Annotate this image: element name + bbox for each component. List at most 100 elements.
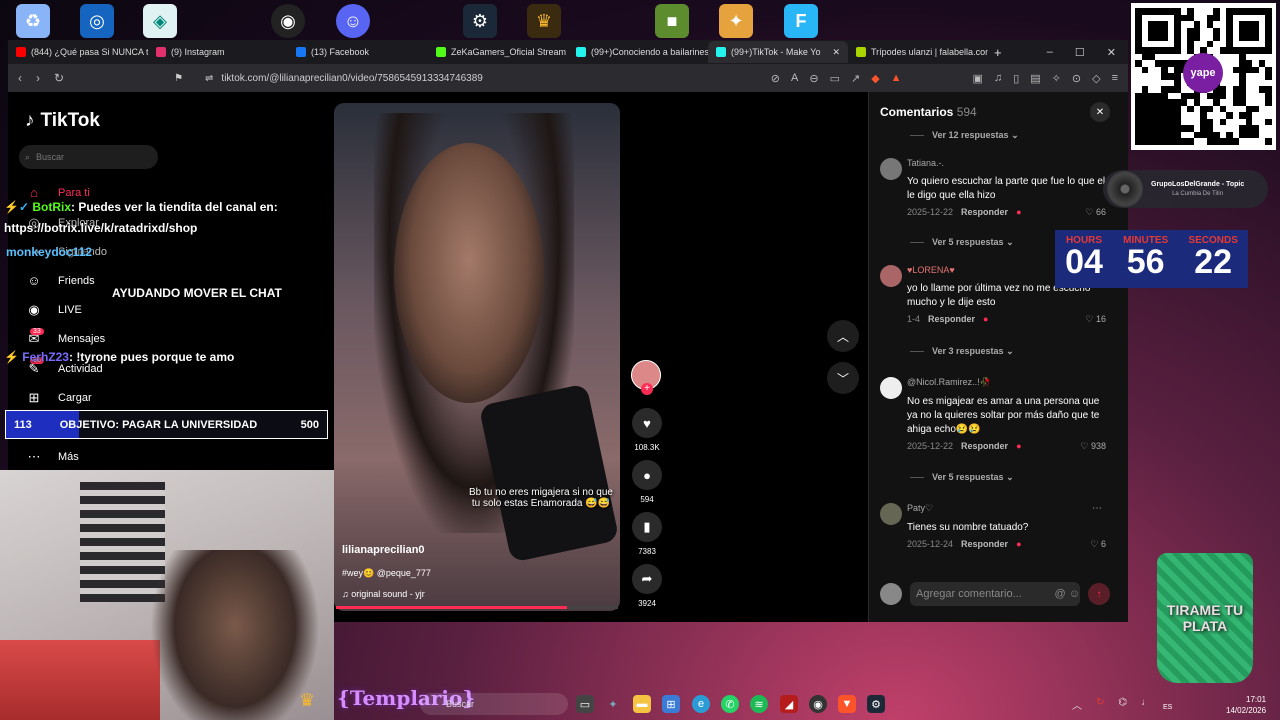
steam-taskbar-icon[interactable]: ⚙ (867, 695, 885, 713)
mention-icon[interactable]: @ (1055, 588, 1066, 600)
file-explorer-icon[interactable]: ▬ (633, 695, 651, 713)
copilot-icon[interactable]: ✦ (604, 695, 622, 713)
view-replies-button[interactable]: Ver 3 respuestas ⌄ (910, 346, 1014, 357)
close-window-icon[interactable]: ✕ (1107, 46, 1116, 59)
comment-more-icon[interactable]: ⋯ (1092, 503, 1102, 514)
music-icon[interactable]: ♫ (994, 72, 1002, 85)
video-player[interactable]: Bb tu no eres migajera si no que tu solo… (334, 103, 620, 611)
avatar[interactable] (880, 377, 902, 399)
task-view-icon[interactable]: ▭ (576, 695, 594, 713)
screenshot-icon[interactable]: ▣ (973, 72, 983, 85)
spotify-icon[interactable]: ≋ (750, 695, 768, 713)
cast-icon[interactable]: ▭ (830, 72, 840, 85)
view-replies-button[interactable]: Ver 12 respuestas ⌄ (910, 130, 1019, 141)
tab-facebook[interactable]: (13) Facebook (288, 41, 428, 63)
comment-like[interactable]: ♡ 16 (1085, 314, 1106, 325)
maximize-icon[interactable]: ☐ (1075, 46, 1085, 59)
tiktok-logo[interactable]: ♪ TikTok (25, 110, 100, 132)
app-f-icon[interactable]: F (784, 4, 818, 38)
comment-input[interactable]: Agregar comentario... @ ☺ (910, 582, 1080, 606)
reply-button[interactable]: Responder (961, 539, 1008, 549)
follow-plus-icon[interactable]: + (641, 383, 653, 395)
avatar[interactable] (880, 265, 902, 287)
taskbar-search[interactable]: Buscar (420, 693, 568, 715)
tab-instagram[interactable]: (9) Instagram (148, 41, 288, 63)
wallet-icon[interactable]: ◇ (1092, 72, 1100, 85)
counter-strike-icon[interactable]: ✦ (719, 4, 753, 38)
app-icon-2[interactable]: ◈ (143, 4, 177, 38)
view-replies-button[interactable]: Ver 5 respuestas ⌄ (910, 472, 1014, 483)
previous-video-button[interactable]: ︿ (827, 320, 859, 352)
back-icon[interactable]: ‹ (18, 71, 22, 85)
discord-icon[interactable]: ☺ (336, 4, 370, 38)
tab-kick[interactable]: ZeKaGamers_Oficial Stream - (428, 41, 568, 63)
url-field[interactable]: tiktok.com/@lilianaprecilian0/video/7586… (221, 73, 482, 84)
site-info-icon[interactable]: ⇌ (205, 73, 213, 84)
tab-tiktok-1[interactable]: (99+)Conociendo a bailarines (568, 41, 708, 63)
clock[interactable]: 17:01 14/02/2026 (1226, 694, 1266, 716)
game-icon[interactable]: ♛ (527, 4, 561, 38)
app-red-icon[interactable]: ◢ (780, 695, 798, 713)
no-camera-icon[interactable]: ⊘ (771, 72, 780, 85)
video-username[interactable]: lilianaprecilian0 (342, 544, 425, 556)
store-icon[interactable]: ⊞ (662, 695, 680, 713)
wifi-off-icon[interactable]: ⌬ (1118, 697, 1127, 712)
avatar[interactable] (880, 158, 902, 180)
post-comment-button[interactable]: ↑ (1088, 583, 1110, 605)
forward-icon[interactable]: › (36, 71, 40, 85)
nav-cargar[interactable]: ⊞ Cargar (26, 390, 92, 406)
obs-taskbar-icon[interactable]: ◉ (809, 695, 827, 713)
comment-like[interactable]: ♡ 938 (1080, 441, 1106, 452)
share-icon[interactable]: ↗ (851, 72, 860, 85)
minimize-icon[interactable]: – (1047, 46, 1053, 59)
like-action[interactable]: ♥ 108.3K (630, 408, 664, 452)
close-tab-icon[interactable]: ✕ (832, 47, 840, 58)
view-replies-button[interactable]: Ver 5 respuestas ⌄ (910, 237, 1014, 248)
tab-falabella[interactable]: Trípodes ulanzi | falabella.com (848, 41, 988, 63)
video-sound[interactable]: ♫ original sound - yjr (342, 589, 425, 599)
reply-button[interactable]: Responder (961, 207, 1008, 217)
comment-like[interactable]: ♡ 66 (1085, 207, 1106, 218)
close-comments-button[interactable]: ✕ (1090, 102, 1110, 122)
bookmark-icon[interactable]: ⚑ (174, 73, 183, 84)
save-action[interactable]: ▮ 7383 (630, 512, 664, 556)
emoji-icon[interactable]: ☺ (1069, 588, 1080, 600)
avatar[interactable] (880, 503, 902, 525)
search-input[interactable]: ⌕ Buscar (19, 145, 158, 169)
nav-mas[interactable]: ⋯ Más (26, 449, 79, 465)
comment-like[interactable]: ♡ 6 (1090, 539, 1106, 550)
nav-live[interactable]: ◉ LIVE (26, 302, 82, 318)
share-action[interactable]: ➦ 3924 (630, 564, 664, 608)
tab-youtube[interactable]: (844) ¿Qué pasa Si NUNCA te (8, 41, 148, 63)
recycle-bin-icon[interactable]: ♻ (16, 4, 50, 38)
new-tab-icon[interactable]: + (988, 45, 1008, 60)
whatsapp-icon[interactable]: ✆ (721, 695, 739, 713)
zoom-icon[interactable]: ⊖ (809, 72, 818, 85)
tab-tiktok-active[interactable]: (99+)TikTok - Make Yo ✕ (708, 41, 848, 63)
reload-icon[interactable]: ↻ (54, 71, 64, 85)
microphone-icon[interactable]: ♩ (1141, 697, 1151, 712)
video-progress[interactable] (336, 606, 618, 609)
steam-icon[interactable]: ⚙ (463, 4, 497, 38)
comment-action[interactable]: ● 594 (630, 460, 664, 504)
nav-friends[interactable]: ☺ Friends (26, 273, 94, 288)
translate-icon[interactable]: A (791, 72, 798, 85)
vpn-icon[interactable]: ⊙ (1072, 72, 1081, 85)
language-indicator[interactable]: ES (1163, 704, 1172, 711)
brave-shield-icon[interactable]: ◆ (871, 72, 879, 85)
reply-button[interactable]: Responder (928, 314, 975, 324)
ai-icon[interactable]: ✧ (1052, 72, 1061, 85)
tray-chevron-icon[interactable]: ︿ (1072, 697, 1082, 712)
nav-para-ti[interactable]: ⌂ Para ti (26, 185, 90, 200)
menu-icon[interactable]: ≡ (1112, 72, 1118, 85)
tabs-icon[interactable]: ▤ (1030, 72, 1040, 85)
minecraft-icon[interactable]: ■ (655, 4, 689, 38)
obs-icon[interactable]: ◉ (271, 4, 305, 38)
video-description[interactable]: #wey😊 @peque_777 (342, 568, 431, 579)
brave-icon[interactable]: ▼ (838, 695, 856, 713)
sidebar-icon[interactable]: ▯ (1013, 72, 1019, 85)
next-video-button[interactable]: ﹀ (827, 362, 859, 394)
rewards-icon[interactable]: ▲ (891, 72, 902, 85)
app-icon-1[interactable]: ◎ (80, 4, 114, 38)
edge-icon[interactable]: e (692, 695, 710, 713)
